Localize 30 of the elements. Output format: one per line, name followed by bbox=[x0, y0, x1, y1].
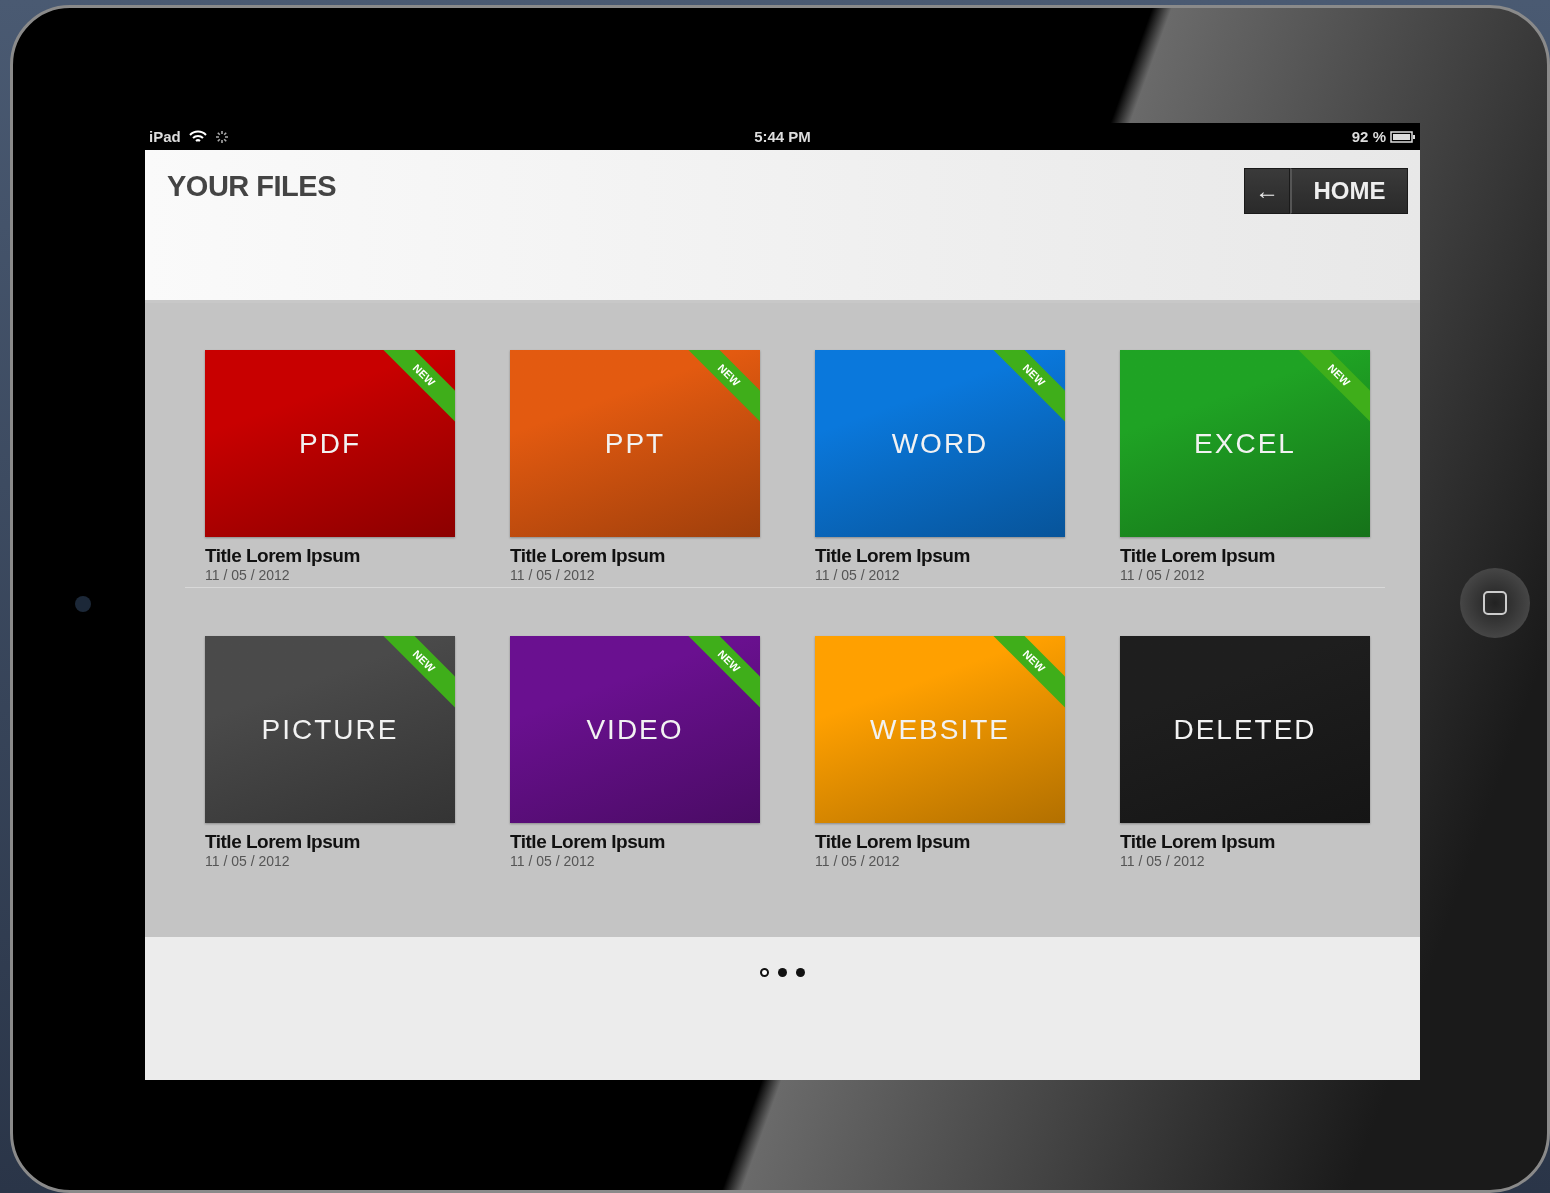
file-date: 11 / 05 / 2012 bbox=[815, 853, 901, 869]
page-dot[interactable] bbox=[778, 968, 787, 977]
file-date: 11 / 05 / 2012 bbox=[815, 567, 901, 583]
battery-icon bbox=[1390, 130, 1416, 143]
clock: 5:44 PM bbox=[754, 128, 811, 145]
file-date: 11 / 05 / 2012 bbox=[510, 567, 596, 583]
file-date: 11 / 05 / 2012 bbox=[1120, 853, 1206, 869]
activity-spinner-icon bbox=[214, 129, 229, 144]
wifi-icon bbox=[188, 129, 207, 144]
file-date: 11 / 05 / 2012 bbox=[205, 853, 291, 869]
page-dot[interactable] bbox=[796, 968, 805, 977]
page-dot[interactable] bbox=[760, 968, 769, 977]
camera-dot bbox=[75, 596, 91, 612]
file-title: Title Lorem Ipsum bbox=[510, 545, 666, 567]
file-title: Title Lorem Ipsum bbox=[510, 831, 666, 853]
file-title: Title Lorem Ipsum bbox=[815, 831, 971, 853]
file-title: Title Lorem Ipsum bbox=[1120, 831, 1276, 853]
file-title: Title Lorem Ipsum bbox=[1120, 545, 1276, 567]
file-title: Title Lorem Ipsum bbox=[815, 545, 971, 567]
device-name: iPad bbox=[149, 128, 181, 145]
file-date: 11 / 05 / 2012 bbox=[205, 567, 291, 583]
home-button[interactable]: HOME bbox=[1290, 168, 1408, 214]
file-tile[interactable]: DELETED bbox=[1120, 636, 1370, 823]
file-title: Title Lorem Ipsum bbox=[205, 831, 361, 853]
battery-percent: 92 % bbox=[1351, 128, 1386, 145]
file-date: 11 / 05 / 2012 bbox=[1120, 567, 1206, 583]
page-title: YOUR FILES bbox=[167, 169, 336, 203]
file-title: Title Lorem Ipsum bbox=[205, 545, 361, 567]
file-date: 11 / 05 / 2012 bbox=[510, 853, 596, 869]
back-button[interactable]: ← bbox=[1244, 168, 1290, 214]
